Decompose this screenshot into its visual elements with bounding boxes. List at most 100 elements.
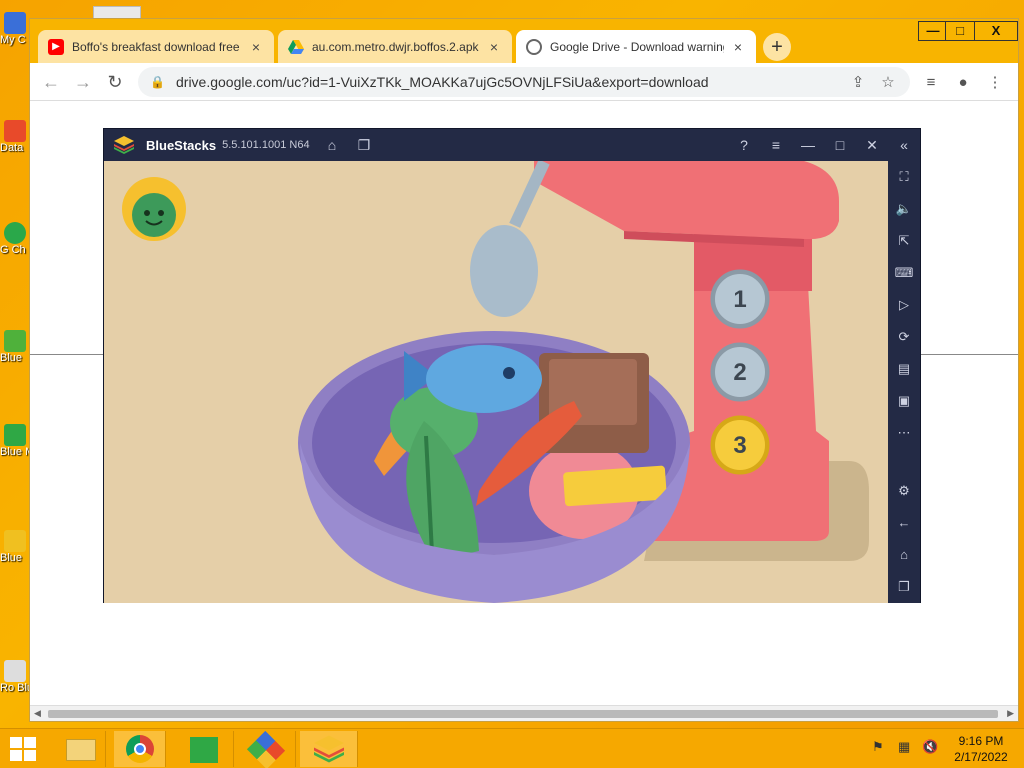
new-tab-button[interactable]: +	[763, 33, 791, 61]
close-icon[interactable]: ×	[730, 39, 746, 55]
taskbar-store[interactable]	[174, 731, 234, 767]
desktop-icon-label: Ro Blue	[0, 682, 30, 694]
bluestacks-name: BlueStacks	[146, 137, 217, 153]
desktop-icon-chrome[interactable]: G Ch	[0, 222, 30, 294]
bluestacks-multi-icon	[4, 424, 26, 446]
windows-icon	[10, 737, 36, 761]
forward-icon[interactable]: →	[72, 71, 94, 93]
bluestacks-icon	[314, 735, 344, 763]
address-bar[interactable]: 🔒 drive.google.com/uc?id=1-VuiXzTKk_MOAK…	[138, 67, 910, 97]
mixer-speed-1-button[interactable]: 1	[712, 271, 768, 327]
multi-instance-icon[interactable]: ❐	[354, 135, 374, 155]
taskbar-bluestacks-multi[interactable]	[238, 730, 296, 768]
close-icon[interactable]: ✕	[862, 135, 882, 155]
reading-list-icon[interactable]: ≡	[920, 72, 942, 94]
avatar-button[interactable]	[122, 177, 186, 241]
desktop-icon-data[interactable]: Data	[0, 120, 30, 180]
menu-icon[interactable]: ≡	[766, 135, 786, 155]
bluestacks-logo-icon	[114, 136, 134, 154]
profile-icon[interactable]: ●	[952, 72, 974, 94]
browser-toolbar: ← → ↻ 🔒 drive.google.com/uc?id=1-VuiXzTK…	[30, 63, 1018, 101]
apk-icon[interactable]: ▣	[894, 391, 914, 411]
recent-apps-icon[interactable]: ❐	[894, 577, 914, 597]
mixer-speed-3-button[interactable]: 3	[712, 417, 768, 473]
horizontal-scrollbar[interactable]: ◀ ▶	[30, 705, 1018, 721]
fullscreen-icon[interactable]: ⛶	[894, 167, 914, 187]
close-icon[interactable]: ×	[486, 39, 502, 55]
star-icon[interactable]: ☆	[878, 73, 898, 91]
bluestacks-title-bar: BlueStacks 5.5.101.1001 N64 ⌂ ❐ ? ≡ — □ …	[104, 129, 920, 161]
store-icon	[190, 737, 218, 763]
macro-icon[interactable]: ▤	[894, 359, 914, 379]
maximize-button[interactable]: □	[945, 21, 975, 41]
tab-youtube[interactable]: ▶ Boffo's breakfast download free | ×	[38, 30, 274, 63]
help-icon[interactable]: ?	[734, 135, 754, 155]
clock-time: 9:16 PM	[958, 734, 1004, 748]
page-content: BlueStacks 5.5.101.1001 N64 ⌂ ❐ ? ≡ — □ …	[30, 102, 1018, 706]
back-icon[interactable]: ←	[894, 513, 914, 533]
whisk-shaft	[509, 161, 550, 228]
maximize-icon[interactable]: □	[830, 135, 850, 155]
mixer-speed-2-button[interactable]: 2	[712, 344, 768, 400]
chrome-icon	[4, 222, 26, 244]
desktop-icon-my-computer[interactable]: My C	[0, 12, 30, 76]
clock[interactable]: 9:16 PM 2/17/2022	[946, 733, 1016, 765]
game-scene	[122, 161, 869, 603]
close-button[interactable]: X	[974, 21, 1018, 41]
more-icon[interactable]: ⋯	[894, 423, 914, 443]
clock-date: 2/17/2022	[954, 750, 1008, 764]
taskbar-file-explorer[interactable]	[56, 731, 106, 767]
globe-icon	[526, 38, 542, 55]
desktop-icon-label: Blue	[0, 352, 23, 364]
home-icon[interactable]: ⌂	[322, 135, 342, 155]
back-icon[interactable]: ←	[40, 71, 62, 93]
pasta-tube	[563, 465, 667, 507]
url-text[interactable]: drive.google.com/uc?id=1-VuiXzTKk_MOAKKa…	[176, 74, 838, 90]
volume-muted-icon[interactable]: 🔇	[922, 739, 938, 755]
close-icon[interactable]: ×	[248, 39, 264, 55]
desktop-icon-label: Blue	[0, 552, 23, 564]
mixer-head	[534, 161, 839, 240]
bluestacks-icon	[4, 530, 26, 552]
cursor-icon[interactable]: ⇱	[894, 231, 914, 251]
bluestacks-version: 5.5.101.1001 N64	[222, 139, 310, 151]
record-icon[interactable]: ▷	[894, 295, 914, 315]
desktop-icon-bluestacks-multi[interactable]: Blue Multi	[0, 424, 30, 504]
multi-instance-icon	[246, 730, 286, 768]
taskbar: ⚑ ▦ 🔇 9:16 PM 2/17/2022	[0, 728, 1024, 768]
desktop-icon-bluestacks-2[interactable]: Blue	[0, 530, 30, 594]
tab-drive-apk[interactable]: au.com.metro.dwjr.boffos.2.apk - ×	[278, 30, 512, 63]
collapse-sidebar-icon[interactable]: «	[894, 135, 914, 155]
whisk-head	[470, 225, 538, 317]
taskbar-chrome[interactable]	[114, 731, 166, 767]
share-icon[interactable]: ⇪	[848, 73, 868, 91]
system-tray: ⚑ ▦ 🔇	[870, 739, 940, 761]
volume-icon[interactable]: 🔈	[894, 199, 914, 219]
tab-title: Google Drive - Download warning	[550, 39, 724, 54]
youtube-icon: ▶	[48, 38, 64, 55]
taskbar-bluestacks[interactable]	[300, 731, 358, 767]
action-center-icon[interactable]: ⚑	[872, 739, 884, 755]
tab-title: Boffo's breakfast download free |	[72, 39, 242, 54]
scroll-left-icon[interactable]: ◀	[34, 708, 41, 719]
rotate-icon[interactable]: ⟳	[894, 327, 914, 347]
minimize-button[interactable]: —	[918, 21, 948, 41]
start-button[interactable]	[10, 737, 36, 761]
game-viewport[interactable]: 1 2 3	[104, 161, 889, 603]
settings-icon[interactable]: ⚙	[894, 481, 914, 501]
keyboard-icon[interactable]: ⌨	[894, 263, 914, 283]
bluestacks-icon	[4, 330, 26, 352]
desktop-icon-roblox-bluestacks[interactable]: Ro Blue	[0, 660, 30, 720]
minimize-icon[interactable]: —	[798, 135, 818, 155]
menu-icon[interactable]: ⋮	[984, 72, 1006, 94]
bluestacks-sidebar: ⛶ 🔈 ⇱ ⌨ ▷ ⟳ ▤ ▣ ⋯ ⚙ ← ⌂ ❐	[888, 161, 920, 603]
tab-drive-warning[interactable]: Google Drive - Download warning ×	[516, 30, 756, 63]
roblox-icon	[4, 660, 26, 682]
network-icon[interactable]: ▦	[898, 739, 910, 755]
home-icon[interactable]: ⌂	[894, 545, 914, 565]
reload-icon[interactable]: ↻	[104, 71, 126, 93]
scroll-right-icon[interactable]: ▶	[1007, 708, 1014, 719]
desktop-icon-bluestacks[interactable]: Blue	[0, 330, 30, 386]
scrollbar-thumb[interactable]	[48, 710, 998, 718]
desktop-icon-label: G Ch	[0, 244, 26, 256]
